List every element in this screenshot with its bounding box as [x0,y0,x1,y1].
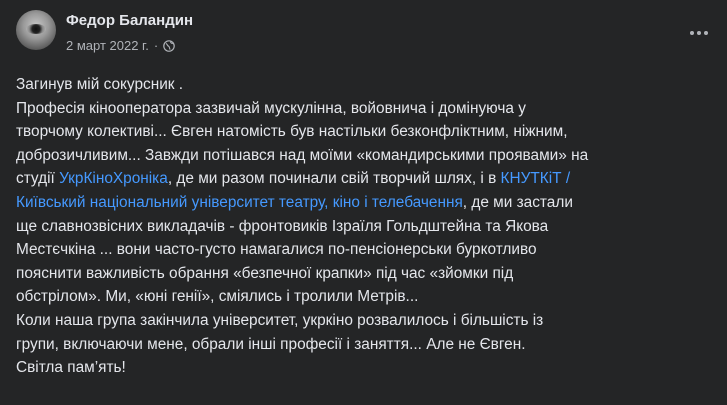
post-meta: 2 март 2022 г. · [66,38,175,53]
post-line: Коли наша група закінчила університет, у… [16,311,544,329]
post-line: ще славнозвісних викладачів - фронтовикі… [16,217,549,235]
post-line: студії УкрКіноХроніка, де ми разом почин… [16,167,724,191]
page-link-ukrkinokhronika[interactable]: УкрКіноХроніка [59,170,168,187]
post-text-fragment: , де ми разом починали свій творчий шлях… [167,170,501,188]
author-avatar[interactable] [16,10,56,50]
author-name[interactable]: Федор Баландин [66,12,193,29]
more-options-button[interactable] [681,18,717,48]
avatar-eye-image [26,24,46,34]
more-options-icon [689,31,710,35]
post-line: Київський національний університет театр… [16,191,724,215]
globe-icon[interactable] [163,39,175,52]
post-line: Світла пам’ять! [16,359,126,377]
page-link-university[interactable]: Київський національний університет театр… [16,194,463,211]
post-timestamp[interactable]: 2 март 2022 г. [66,38,149,53]
post-line: творчому колективі... Євген натомість бу… [16,123,568,141]
page-link-knutkit[interactable]: КНУТКіТ / [501,170,571,187]
post-line: Местєчкіна ... вони часто-густо намагали… [16,241,537,259]
facebook-post: Федор Баландин 2 март 2022 г. · Загинув … [0,0,727,405]
meta-separator: · [153,38,159,53]
post-line: Загинув мій сокурсник . [16,76,184,93]
post-body: Загинув мій сокурсник . Професія кіноопе… [16,73,724,380]
post-line: Професія кінооператора зазвичай мускулін… [16,99,526,117]
post-line: обстрілом». Ми, «юні генії», сміялись і … [16,288,419,306]
post-text-fragment: , де ми застали [462,193,573,211]
post-line: доброзичливим... Завжди потішався над мо… [16,146,589,164]
post-line: групи, включаючи мене, обрали інші профе… [16,335,526,353]
post-text-fragment: студії [16,170,60,188]
post-line: пояснити важливість обрання «безпечної к… [16,264,514,282]
